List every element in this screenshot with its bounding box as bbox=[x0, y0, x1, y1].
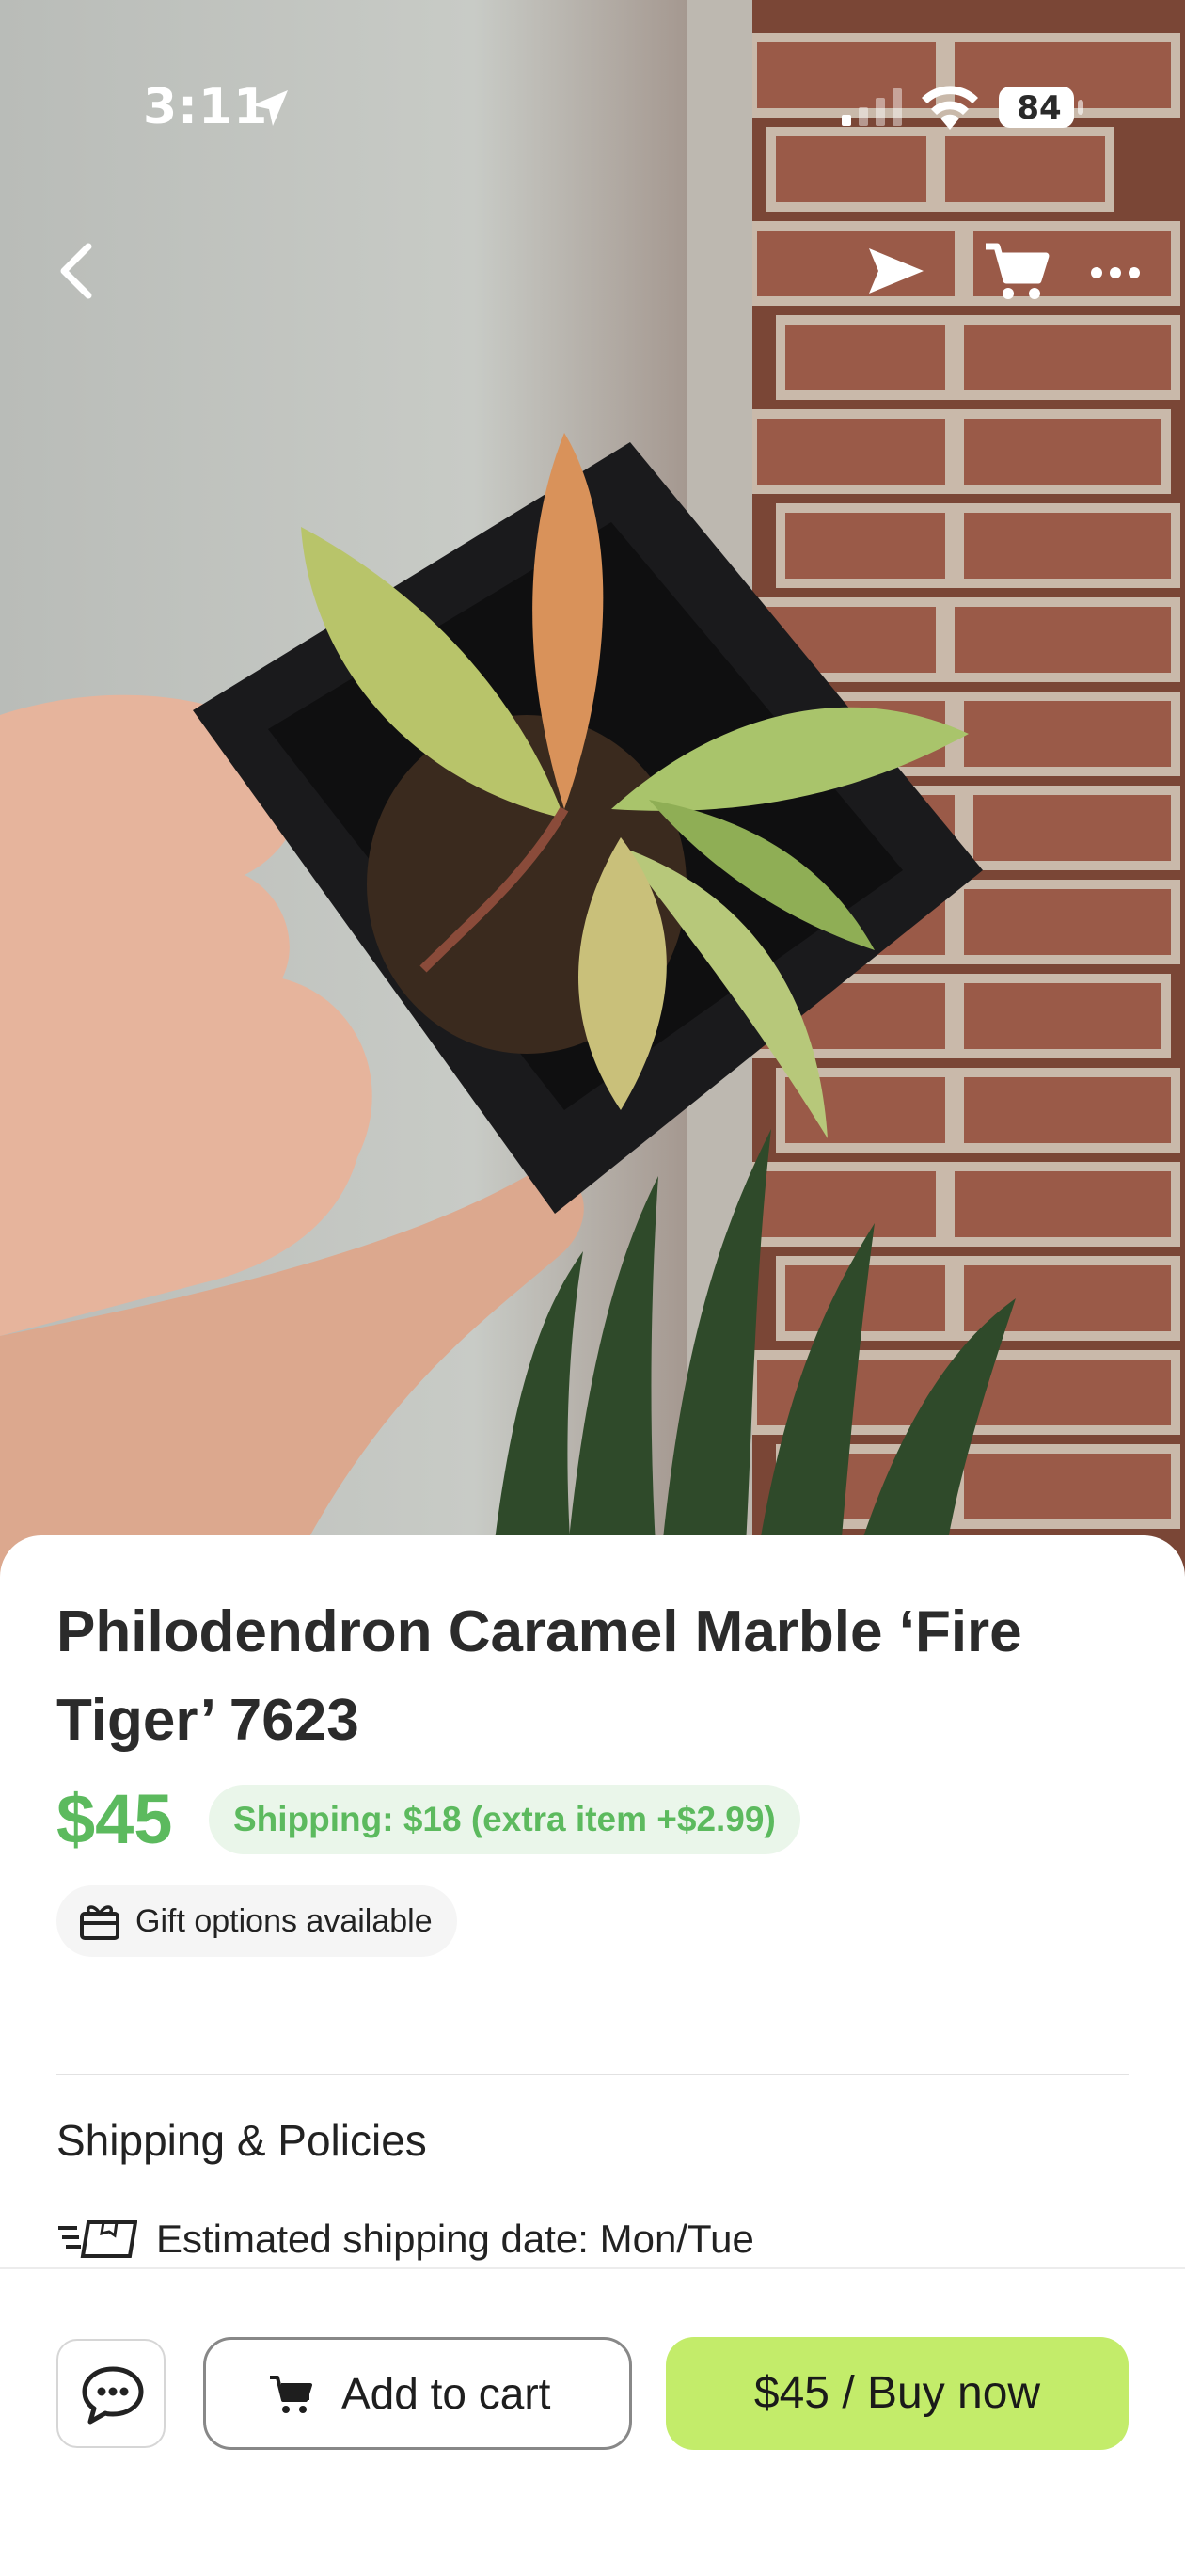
estimated-shipping-label: Estimated shipping date: Mon/Tue bbox=[156, 2217, 754, 2261]
more-horizontal-icon bbox=[1091, 267, 1140, 278]
share-button[interactable] bbox=[858, 233, 933, 309]
delivery-truck-icon bbox=[58, 2220, 137, 2258]
cart-icon bbox=[986, 243, 1050, 299]
add-to-cart-button[interactable]: Add to cart bbox=[203, 2337, 632, 2450]
chat-bubble-icon bbox=[82, 2366, 144, 2425]
shipping-policies-heading: Shipping & Policies bbox=[56, 2116, 427, 2165]
product-title: Philodendron Caramel Marble ‘Fire Tiger’… bbox=[56, 1599, 1022, 1753]
location-arrow-icon bbox=[252, 90, 288, 126]
chevron-left-icon bbox=[60, 243, 92, 299]
send-icon bbox=[869, 248, 924, 294]
back-button[interactable] bbox=[41, 233, 117, 309]
cart-button[interactable] bbox=[978, 233, 1053, 309]
chat-button[interactable] bbox=[56, 2339, 166, 2448]
more-options-button[interactable] bbox=[1080, 233, 1155, 309]
section-divider bbox=[56, 2074, 1129, 2075]
cart-icon bbox=[270, 2376, 312, 2413]
gift-icon bbox=[80, 1905, 119, 1940]
shipping-badge: Shipping: $18 (extra item +$2.99) bbox=[209, 1785, 800, 1854]
status-bar: 3:11 84 bbox=[0, 0, 1185, 216]
add-to-cart-label: Add to cart bbox=[341, 2369, 551, 2418]
battery-level: 84 bbox=[1017, 89, 1062, 127]
cellular-signal-icon bbox=[842, 88, 902, 126]
gift-options-badge[interactable]: Gift options available bbox=[56, 1885, 457, 1957]
gift-options-label: Gift options available bbox=[135, 1903, 433, 1939]
product-price: $45 bbox=[56, 1780, 173, 1858]
wifi-icon bbox=[922, 86, 978, 130]
buy-now-button[interactable]: $45 / Buy now bbox=[666, 2337, 1129, 2450]
